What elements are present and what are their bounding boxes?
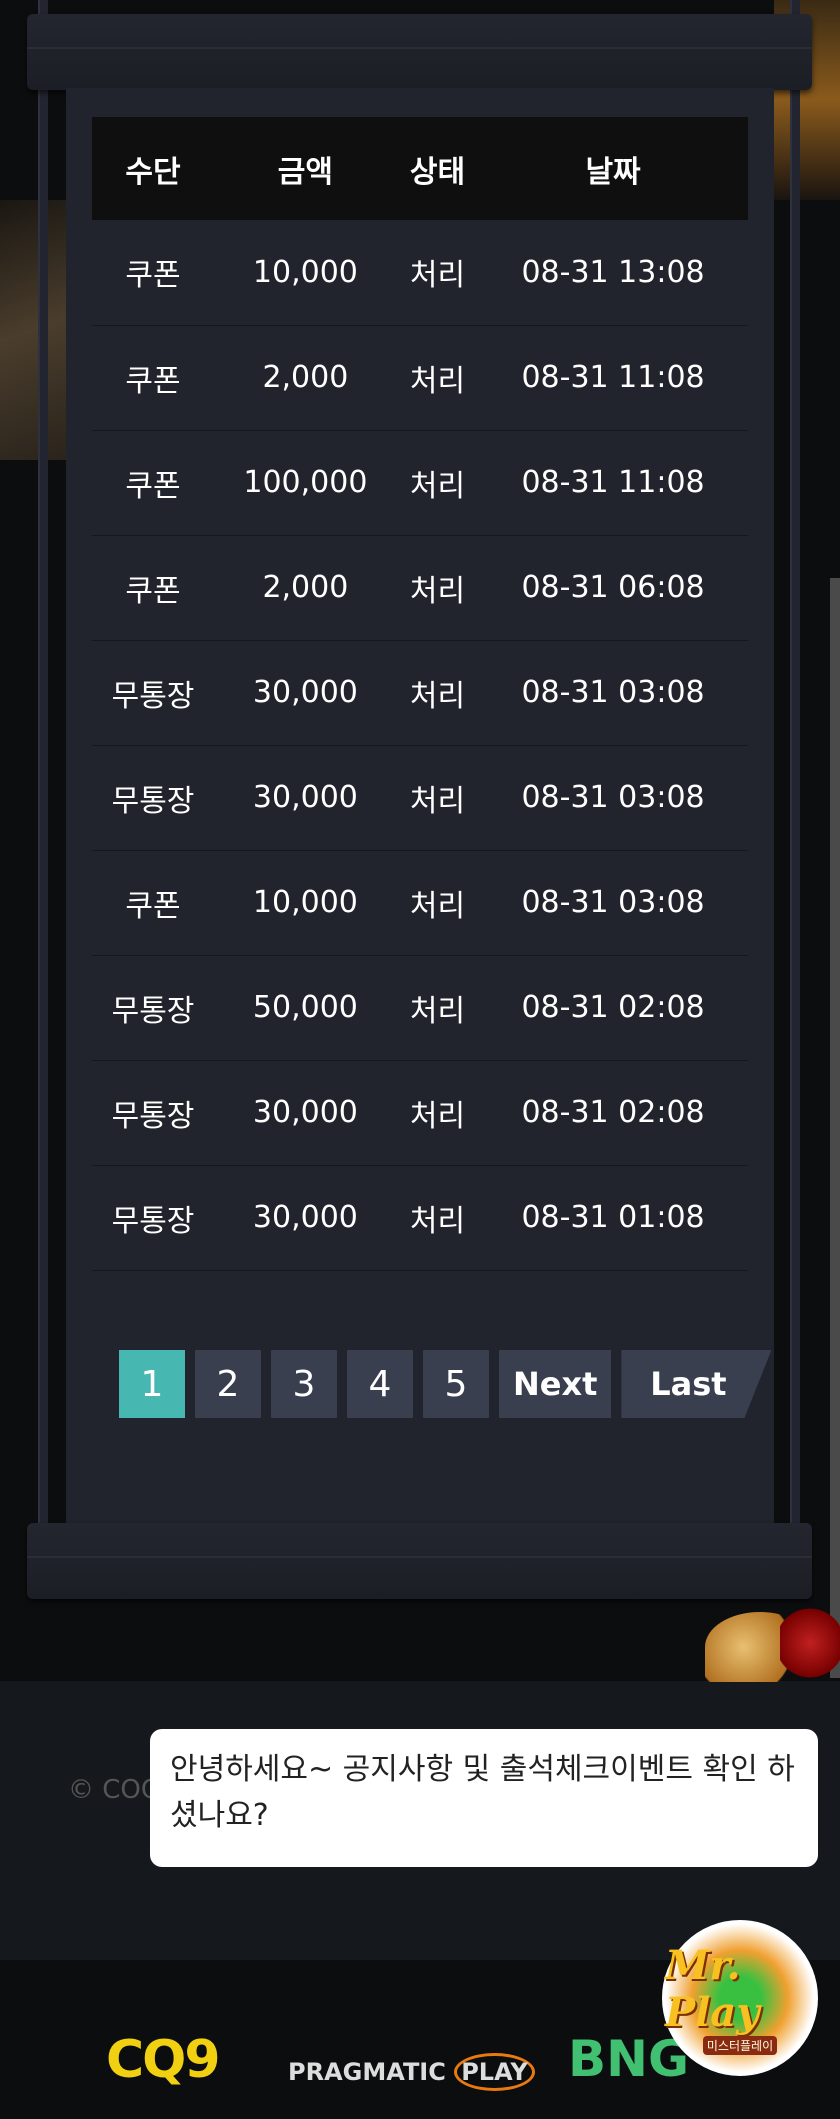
cell-amount: 30,000 <box>214 1060 397 1166</box>
table-row: 쿠폰 2,000 처리 08-31 11:08 <box>92 325 748 431</box>
cell-method: 무통장 <box>92 640 214 746</box>
cell-date: 08-31 03:08 <box>478 640 748 746</box>
cell-amount: 30,000 <box>214 640 397 746</box>
header-status: 상태 <box>396 117 479 220</box>
cell-amount: 100,000 <box>214 430 397 536</box>
header-method: 수단 <box>92 117 214 220</box>
cell-status: 처리 <box>396 430 479 536</box>
cell-method: 무통장 <box>92 1060 214 1166</box>
scroll-rail-left <box>38 0 48 1540</box>
cell-amount: 10,000 <box>214 850 397 956</box>
cell-status: 처리 <box>396 1060 479 1166</box>
cell-date: 08-31 02:08 <box>478 1060 748 1166</box>
cell-status: 처리 <box>396 325 479 431</box>
cq9-logo: CQ9 <box>106 2030 221 2090</box>
table-row: 무통장 50,000 처리 08-31 02:08 <box>92 955 748 1061</box>
cell-date: 08-31 01:08 <box>478 1165 748 1271</box>
page-4-button[interactable]: 4 <box>347 1350 413 1418</box>
cell-amount: 10,000 <box>214 220 397 326</box>
table-row: 무통장 30,000 처리 08-31 01:08 <box>92 1165 748 1271</box>
scroll-bottom-bar <box>27 1523 812 1599</box>
cell-amount: 50,000 <box>214 955 397 1061</box>
cell-date: 08-31 03:08 <box>478 745 748 851</box>
cell-amount: 2,000 <box>214 325 397 431</box>
page-5-button[interactable]: 5 <box>423 1350 489 1418</box>
chat-message-bubble[interactable]: 안녕하세요~ 공지사항 및 출석체크이벤트 확인 하셨나요? <box>150 1729 818 1867</box>
cell-date: 08-31 11:08 <box>478 325 748 431</box>
copyright-text: © COO <box>68 1775 162 1805</box>
history-table: 수단 금액 상태 날짜 쿠폰 10,000 처리 08-31 13:08 쿠폰 2,000… <box>92 117 748 1271</box>
table-row: 쿠폰 2,000 처리 08-31 06:08 <box>92 535 748 641</box>
cell-status: 처리 <box>396 955 479 1061</box>
scroll-rail-right <box>790 0 800 1540</box>
cell-date: 08-31 06:08 <box>478 535 748 641</box>
header-date: 날짜 <box>478 117 748 220</box>
pragmatic-logo-text: PRAGMATIC <box>288 2058 446 2086</box>
pragmatic-play-logo: PRAGMATIC PLAY <box>288 2053 535 2091</box>
scroll-top-bar <box>27 14 812 90</box>
cell-status: 처리 <box>396 745 479 851</box>
cell-method: 쿠폰 <box>92 325 214 431</box>
play-logo-text: PLAY <box>454 2053 535 2091</box>
cell-method: 쿠폰 <box>92 850 214 956</box>
header-amount: 금액 <box>214 117 397 220</box>
page-1-button[interactable]: 1 <box>119 1350 185 1418</box>
table-row: 무통장 30,000 처리 08-31 03:08 <box>92 745 748 851</box>
cell-date: 08-31 13:08 <box>478 220 748 326</box>
pagination: 1 2 3 4 5 Next Last <box>119 1350 772 1418</box>
cell-amount: 2,000 <box>214 535 397 641</box>
page-2-button[interactable]: 2 <box>195 1350 261 1418</box>
page-3-button[interactable]: 3 <box>271 1350 337 1418</box>
cell-amount: 30,000 <box>214 745 397 851</box>
duck-mascot-head <box>780 1605 840 1681</box>
table-row: 쿠폰 100,000 처리 08-31 11:08 <box>92 430 748 536</box>
table-row: 무통장 30,000 처리 08-31 03:08 <box>92 640 748 746</box>
table-row: 쿠폰 10,000 처리 08-31 03:08 <box>92 850 748 956</box>
cell-method: 무통장 <box>92 955 214 1061</box>
cell-amount: 30,000 <box>214 1165 397 1271</box>
cell-date: 08-31 03:08 <box>478 850 748 956</box>
chat-widget-button[interactable]: Mr. Play 미스터플레이 <box>662 1920 818 2076</box>
table-header: 수단 금액 상태 날짜 <box>92 117 748 220</box>
page-scrollbar[interactable] <box>830 578 840 1678</box>
cell-status: 처리 <box>396 535 479 641</box>
cell-method: 쿠폰 <box>92 430 214 536</box>
cell-method: 무통장 <box>92 745 214 851</box>
table-row: 쿠폰 10,000 처리 08-31 13:08 <box>92 220 748 326</box>
cell-method: 무통장 <box>92 1165 214 1271</box>
chat-widget-subtitle: 미스터플레이 <box>702 2035 778 2055</box>
bng-logo: BNG <box>568 2030 689 2088</box>
chat-widget-title: Mr. Play <box>665 1941 760 2036</box>
next-button[interactable]: Next <box>499 1350 612 1418</box>
table-row: 무통장 30,000 처리 08-31 02:08 <box>92 1060 748 1166</box>
cell-status: 처리 <box>396 850 479 956</box>
cell-date: 08-31 02:08 <box>478 955 748 1061</box>
cell-status: 처리 <box>396 220 479 326</box>
history-panel: 수단 금액 상태 날짜 쿠폰 10,000 처리 08-31 13:08 쿠폰 2,000… <box>66 88 774 1523</box>
cell-date: 08-31 11:08 <box>478 430 748 536</box>
background-character-image <box>0 200 66 460</box>
cell-status: 처리 <box>396 640 479 746</box>
last-button[interactable]: Last <box>621 1350 772 1418</box>
cell-method: 쿠폰 <box>92 535 214 641</box>
cell-method: 쿠폰 <box>92 220 214 326</box>
cell-status: 처리 <box>396 1165 479 1271</box>
